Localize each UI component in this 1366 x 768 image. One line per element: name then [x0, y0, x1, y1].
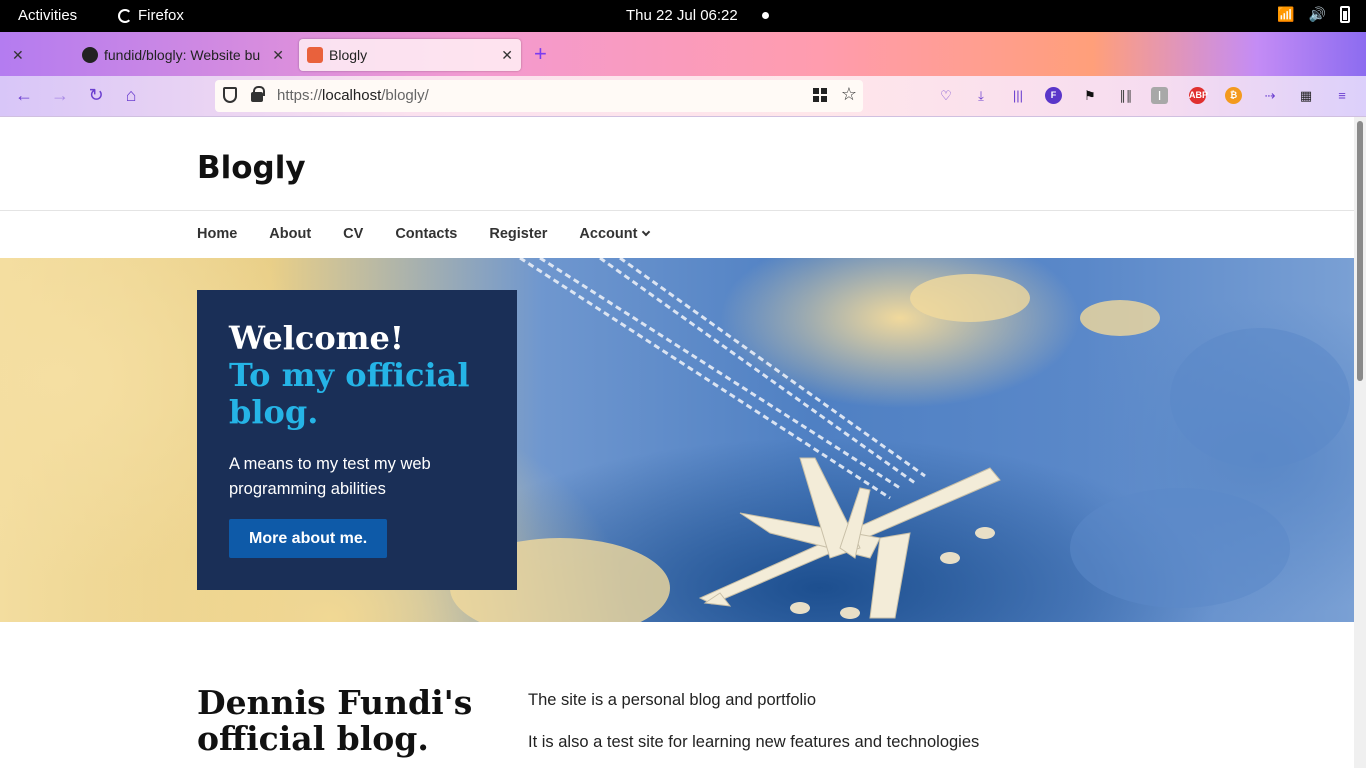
about-title: Dennis Fundi's official blog.	[197, 683, 473, 758]
bookmark-star-icon[interactable]: ☆	[841, 84, 857, 105]
tab-label: Blogly	[329, 47, 368, 63]
stacks-icon[interactable]: ∥∥	[1115, 85, 1137, 107]
tab-github[interactable]: fundid/blogly: Website bu ✕	[74, 39, 292, 71]
extensions-icon[interactable]: ▦	[1295, 85, 1317, 107]
navigation-toolbar: ← → ↻ ⌂ https://localhost/blogly/ ☆ ♡ ⤓ …	[0, 76, 1366, 117]
xampp-icon	[307, 47, 323, 63]
web-page: Blogly Home About CV Contacts Register A…	[0, 117, 1354, 768]
menu-icon[interactable]: ≡	[1331, 85, 1353, 107]
tab-close-icon[interactable]: ✕	[272, 47, 284, 64]
battery-icon	[1340, 6, 1350, 23]
activities-button[interactable]: Activities	[18, 7, 77, 24]
url-path: /blogly/	[381, 87, 429, 104]
site-title[interactable]: Blogly	[197, 150, 306, 186]
hero-lead-text: A means to my test my web programming ab…	[229, 455, 431, 498]
about-paragraph: It is also a test site for learning new …	[528, 733, 980, 751]
qr-code-icon[interactable]	[813, 88, 827, 102]
tab-close-icon[interactable]: ✕	[501, 47, 513, 64]
new-tab-icon[interactable]: +	[534, 41, 547, 67]
nav-contacts[interactable]: Contacts	[395, 226, 457, 242]
nav-account-label: Account	[579, 226, 638, 242]
app-name: Firefox	[138, 7, 184, 24]
hero-heading-main: Welcome!	[229, 319, 404, 357]
firefox-icon	[118, 8, 132, 23]
tracking-protection-icon[interactable]	[223, 87, 237, 103]
address-bar[interactable]: https://localhost/blogly/ ☆	[215, 80, 863, 112]
pocket-icon[interactable]: ♡	[935, 85, 957, 107]
app-menu[interactable]: Firefox	[118, 7, 184, 24]
tab-blogly[interactable]: Blogly ✕	[299, 39, 521, 71]
coin-icon[interactable]: ₿	[1225, 87, 1242, 104]
reload-icon[interactable]: ↻	[84, 85, 108, 106]
site-navigation: Home About CV Contacts Register Account	[0, 210, 1354, 258]
feedly-icon[interactable]: ⚑	[1079, 85, 1101, 107]
about-text: The site is a personal blog and portfoli…	[528, 688, 979, 768]
system-top-bar: Activities Firefox Thu 22 Jul 06:22 📶 🔊	[0, 0, 1366, 32]
forward-icon[interactable]: →	[48, 85, 72, 106]
scrollbar-thumb[interactable]	[1357, 121, 1363, 381]
more-about-me-button[interactable]: More about me.	[229, 519, 388, 558]
clock[interactable]: Thu 22 Jul 06:22	[626, 7, 738, 24]
hero-card: Welcome! To my official blog. A means to…	[197, 290, 517, 590]
nav-home[interactable]: Home	[197, 226, 237, 242]
lock-icon[interactable]	[251, 86, 265, 102]
nav-cv[interactable]: CV	[343, 226, 363, 242]
nav-about[interactable]: About	[269, 226, 311, 242]
download-icon[interactable]: ⤓	[970, 85, 992, 107]
firefox-account-icon[interactable]: F	[1045, 87, 1062, 104]
home-icon[interactable]: ⌂	[119, 85, 143, 106]
volume-icon: 🔊	[1308, 6, 1326, 22]
hero-heading-accent: To my official blog.	[229, 356, 470, 431]
close-window-icon[interactable]: ✕	[12, 47, 24, 64]
library-icon[interactable]: |||	[1007, 85, 1029, 107]
hero-heading: Welcome! To my official blog.	[229, 320, 499, 431]
url-text[interactable]: https://localhost/blogly/	[277, 87, 429, 104]
nav-account[interactable]: Account	[579, 226, 651, 242]
nav-register[interactable]: Register	[489, 226, 547, 242]
notification-dot-icon	[762, 12, 769, 19]
adblock-plus-icon[interactable]: ABP	[1189, 87, 1208, 104]
url-host: localhost	[322, 87, 382, 104]
about-paragraph: The site is a personal blog and portfoli…	[528, 691, 817, 709]
chevron-down-icon	[642, 227, 651, 237]
tab-bar: ✕ fundid/blogly: Website bu ✕ Blogly ✕	[0, 32, 1366, 76]
system-tray[interactable]: 📶 🔊	[1277, 6, 1350, 23]
forward-arrow-icon[interactable]: ⇢	[1259, 85, 1281, 107]
url-scheme: https://	[277, 87, 323, 104]
hero-banner: Welcome! To my official blog. A means to…	[0, 258, 1354, 622]
github-icon	[82, 47, 98, 63]
translate-icon[interactable]: I	[1151, 87, 1168, 104]
wifi-icon: 📶	[1277, 6, 1295, 22]
back-icon[interactable]: ←	[12, 85, 36, 106]
page-scrollbar[interactable]	[1354, 117, 1366, 768]
tab-label: fundid/blogly: Website bu	[104, 47, 261, 63]
